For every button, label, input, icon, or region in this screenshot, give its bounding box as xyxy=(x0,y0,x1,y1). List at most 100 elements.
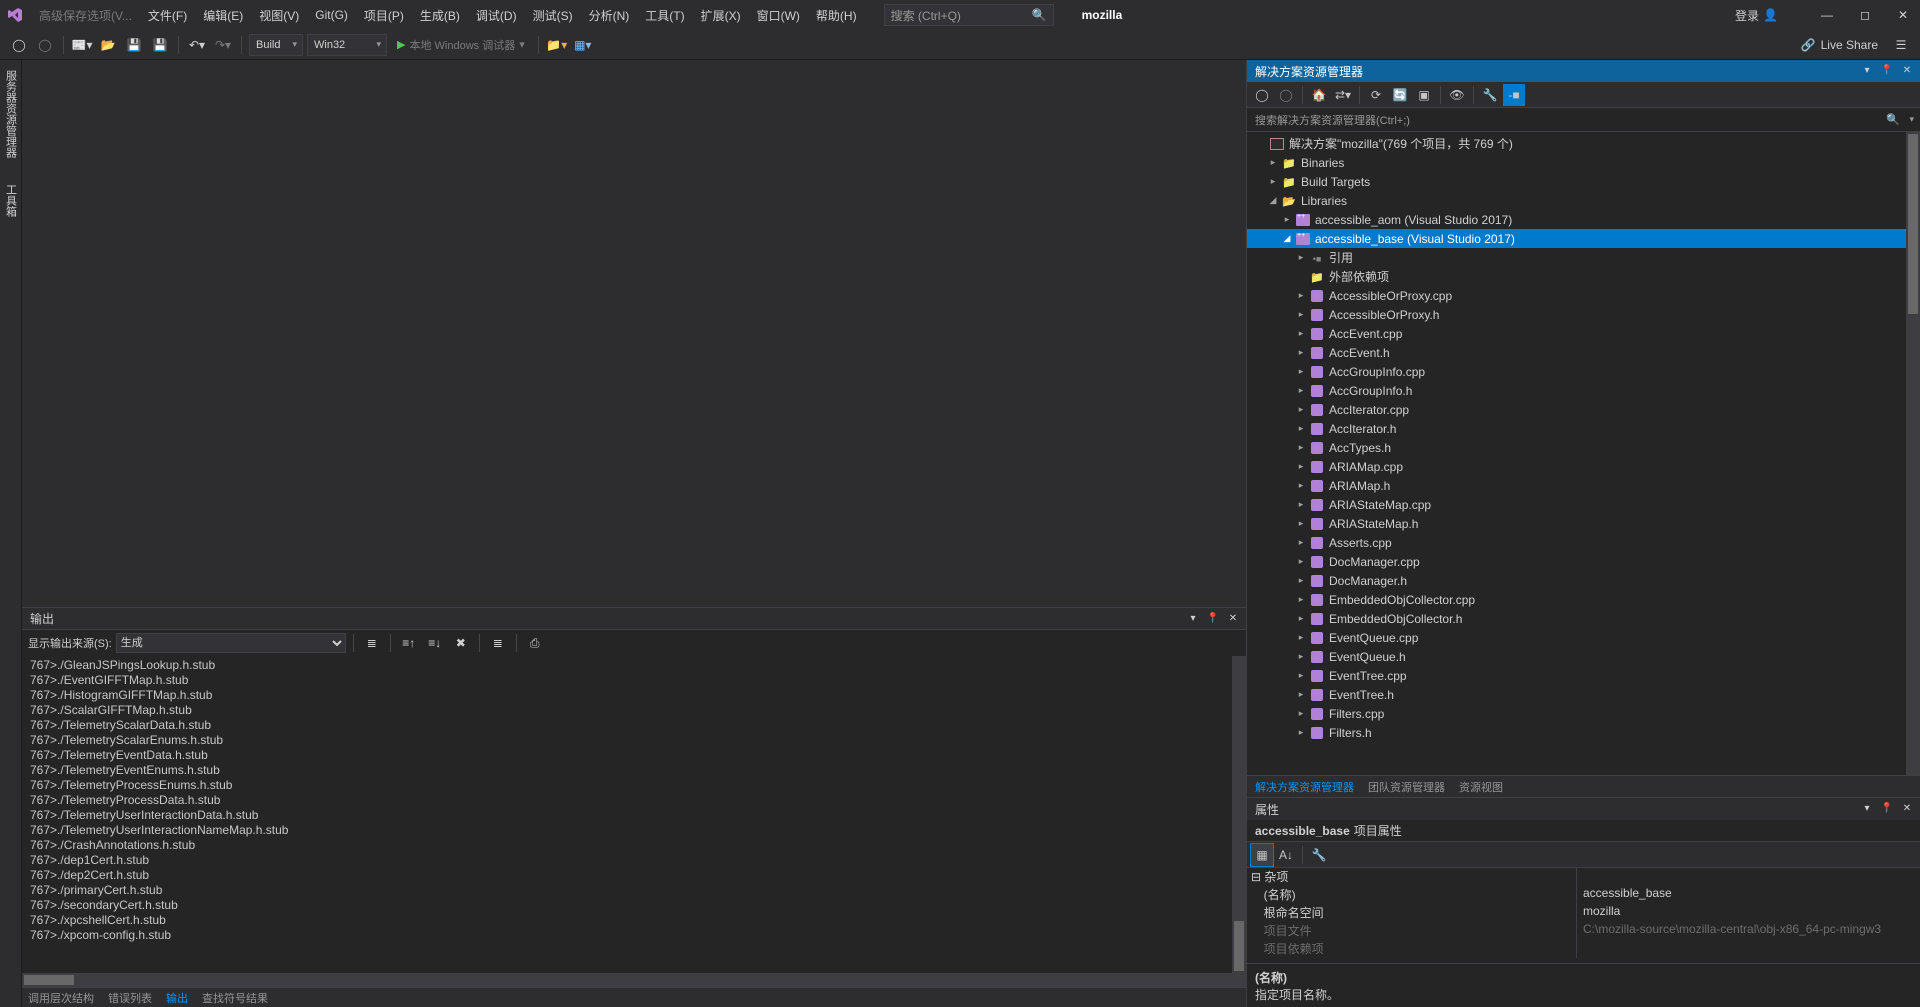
tree-node[interactable]: ◢accessible_base (Visual Studio 2017) xyxy=(1247,229,1920,248)
sln-back-button[interactable]: ◯ xyxy=(1251,84,1273,106)
menu-extensions[interactable]: 扩展(X) xyxy=(694,3,748,28)
expander-icon[interactable]: ◢ xyxy=(1281,233,1293,244)
props-wrench-button[interactable]: 🔧 xyxy=(1308,844,1330,866)
tree-node[interactable]: ▸AccessibleOrProxy.cpp xyxy=(1247,286,1920,305)
minimize-button[interactable]: — xyxy=(1810,2,1844,28)
menu-build[interactable]: 生成(B) xyxy=(413,3,467,28)
expander-icon[interactable]: ▸ xyxy=(1295,632,1307,643)
global-search-input[interactable]: 搜索 (Ctrl+Q) 🔍 xyxy=(884,4,1054,26)
props-alpha-button[interactable]: A↓ xyxy=(1275,844,1297,866)
props-dropdown-icon[interactable]: ▾ xyxy=(1858,800,1876,816)
start-debug-button[interactable]: ▶本地 Windows 调试器▾ xyxy=(391,37,531,53)
tab-sln-explorer[interactable]: 解决方案资源管理器 xyxy=(1255,779,1354,795)
expander-icon[interactable]: ▸ xyxy=(1267,157,1279,168)
tree-node[interactable]: ▸ARIAStateMap.cpp xyxy=(1247,495,1920,514)
props-title-bar[interactable]: 属性 ▾ 📍 ✕ xyxy=(1247,798,1920,820)
tree-node[interactable]: ▸EventQueue.h xyxy=(1247,647,1920,666)
sln-properties-button[interactable]: 🔧 xyxy=(1479,84,1501,106)
output-goto-button[interactable]: ≣ xyxy=(361,632,383,654)
nav-fwd-button[interactable]: ◯ xyxy=(34,34,56,56)
tab-team-explorer[interactable]: 团队资源管理器 xyxy=(1368,779,1445,795)
panel-dropdown-icon[interactable]: ▾ xyxy=(1184,610,1202,626)
nav-back-button[interactable]: ◯ xyxy=(8,34,30,56)
tree-node[interactable]: ▸Filters.cpp xyxy=(1247,704,1920,723)
solution-name-badge[interactable]: mozilla xyxy=(1076,6,1129,24)
config-combo[interactable]: Build xyxy=(249,34,303,56)
expander-icon[interactable]: ▸ xyxy=(1295,708,1307,719)
sln-showall-button[interactable]: 👁 xyxy=(1446,84,1468,106)
expander-icon[interactable]: ▸ xyxy=(1295,537,1307,548)
tree-node[interactable]: ▸ARIAMap.cpp xyxy=(1247,457,1920,476)
tree-node[interactable]: ▸AccGroupInfo.cpp xyxy=(1247,362,1920,381)
menu-window[interactable]: 窗口(W) xyxy=(750,3,807,28)
output-title-bar[interactable]: 输出 ▾ 📍 ✕ xyxy=(22,608,1246,630)
open-file-button[interactable]: 📂 xyxy=(97,34,119,56)
chevron-down-icon[interactable]: ▾ xyxy=(1909,114,1914,125)
output-from-select[interactable]: 生成 xyxy=(116,633,346,653)
menu-project[interactable]: 项目(P) xyxy=(357,3,411,28)
expander-icon[interactable]: ▸ xyxy=(1295,518,1307,529)
expander-icon[interactable]: ▸ xyxy=(1295,252,1307,263)
expander-icon[interactable]: ▸ xyxy=(1295,575,1307,586)
platform-combo[interactable]: Win32 xyxy=(307,34,387,56)
tree-node[interactable]: ▸引用 xyxy=(1247,248,1920,267)
output-v-scrollbar[interactable] xyxy=(1232,656,1246,973)
tab-findsymbol[interactable]: 查找符号结果 xyxy=(202,990,268,1006)
menu-view[interactable]: 视图(V) xyxy=(252,3,306,28)
props-row[interactable]: 项目文件C:\mozilla-source\mozilla-central\ob… xyxy=(1247,922,1920,940)
expander-icon[interactable]: ▸ xyxy=(1295,423,1307,434)
tab-output[interactable]: 输出 xyxy=(166,990,188,1006)
expander-icon[interactable]: ▸ xyxy=(1267,176,1279,187)
tree-node[interactable]: ▸AccEvent.cpp xyxy=(1247,324,1920,343)
sln-search-input[interactable]: 搜索解决方案资源管理器(Ctrl+;) 🔍 ▾ xyxy=(1247,108,1920,132)
expander-icon[interactable]: ▸ xyxy=(1295,309,1307,320)
menu-file[interactable]: 文件(F) xyxy=(141,3,194,28)
liveshare-button[interactable]: 🔗Live Share xyxy=(1795,36,1884,54)
save-button[interactable]: 💾 xyxy=(123,34,145,56)
tree-node[interactable]: ▸Filters.h xyxy=(1247,723,1920,742)
sln-close-icon[interactable]: ✕ xyxy=(1898,62,1916,78)
expander-icon[interactable]: ▸ xyxy=(1295,385,1307,396)
tree-node[interactable]: ▸EventTree.cpp xyxy=(1247,666,1920,685)
tree-node[interactable]: ▸EventTree.h xyxy=(1247,685,1920,704)
props-pin-icon[interactable]: 📍 xyxy=(1878,800,1896,816)
tree-node[interactable]: ▸Asserts.cpp xyxy=(1247,533,1920,552)
tree-node[interactable]: ▸DocManager.cpp xyxy=(1247,552,1920,571)
props-close-icon[interactable]: ✕ xyxy=(1898,800,1916,816)
tree-node[interactable]: ▸EventQueue.cpp xyxy=(1247,628,1920,647)
sln-tree[interactable]: 解决方案"mozilla"(769 个项目，共 769 个)▸Binaries▸… xyxy=(1247,132,1920,775)
props-object-row[interactable]: accessible_base 项目属性 xyxy=(1247,820,1920,842)
new-project-button[interactable]: 📰▾ xyxy=(71,34,93,56)
expander-icon[interactable]: ▸ xyxy=(1295,670,1307,681)
tree-node[interactable]: ▸AccessibleOrProxy.h xyxy=(1247,305,1920,324)
menu-analyze[interactable]: 分析(N) xyxy=(582,3,637,28)
tree-node[interactable]: ▸AccTypes.h xyxy=(1247,438,1920,457)
props-category[interactable]: 杂项 xyxy=(1247,868,1577,886)
expander-icon[interactable]: ▸ xyxy=(1295,366,1307,377)
expander-icon[interactable]: ▸ xyxy=(1295,594,1307,605)
props-categorized-button[interactable]: ▦ xyxy=(1251,844,1273,866)
feedback-button[interactable]: ☰ xyxy=(1890,34,1912,56)
menu-debug[interactable]: 调试(D) xyxy=(469,3,524,28)
output-clear-button[interactable]: ✖ xyxy=(450,632,472,654)
rail-server-explorer[interactable]: 服务器资源管理器 xyxy=(1,62,21,166)
expander-icon[interactable]: ▸ xyxy=(1295,328,1307,339)
menu-edit[interactable]: 编辑(E) xyxy=(196,3,250,28)
sln-switch-button[interactable]: ⇄▾ xyxy=(1332,84,1354,106)
menu-tools[interactable]: 工具(T) xyxy=(638,3,691,28)
expander-icon[interactable]: ▸ xyxy=(1295,290,1307,301)
tree-node[interactable]: ▸AccIterator.h xyxy=(1247,419,1920,438)
redo-button[interactable]: ↷▾ xyxy=(212,34,234,56)
sln-preview-button[interactable]: -■ xyxy=(1503,84,1525,106)
save-all-button[interactable]: 💾 xyxy=(149,34,171,56)
tree-node[interactable]: ▸ARIAStateMap.h xyxy=(1247,514,1920,533)
maximize-button[interactable]: ◻ xyxy=(1848,2,1882,28)
sln-refresh-button[interactable]: 🔄 xyxy=(1389,84,1411,106)
menu-git[interactable]: Git(G) xyxy=(308,4,355,26)
props-row[interactable]: (名称)accessible_base xyxy=(1247,886,1920,904)
panel-pin-icon[interactable]: 📍 xyxy=(1204,610,1222,626)
sln-v-scrollbar[interactable] xyxy=(1906,132,1920,775)
tree-node[interactable]: ▸EmbeddedObjCollector.cpp xyxy=(1247,590,1920,609)
expander-icon[interactable]: ▸ xyxy=(1295,499,1307,510)
tree-node[interactable]: ▸Binaries xyxy=(1247,153,1920,172)
